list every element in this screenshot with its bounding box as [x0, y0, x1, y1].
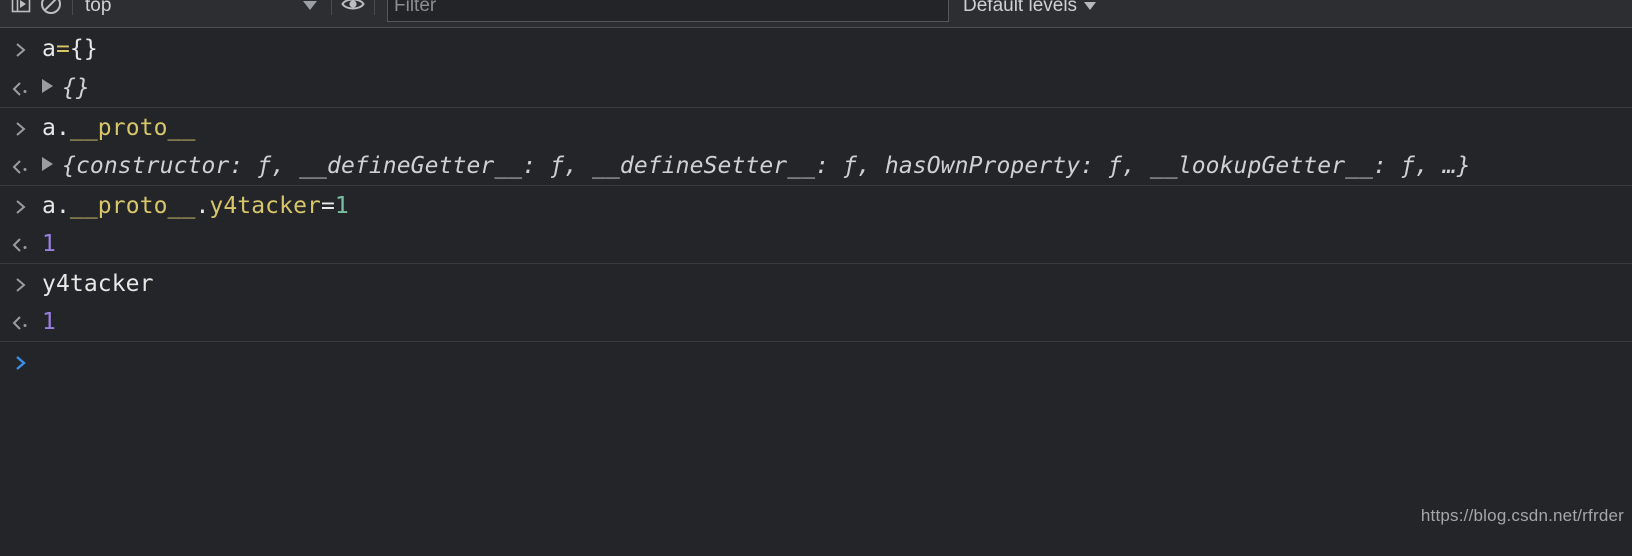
input-prompt-icon [0, 112, 42, 143]
result-value: {constructor: ƒ, __defineGetter__: ƒ, __… [62, 153, 1471, 179]
output-prompt-icon [0, 228, 42, 259]
code-token: a. [42, 115, 70, 141]
result-value: {} [62, 75, 90, 101]
watermark-url: https://blog.csdn.net/rfrder [1420, 506, 1624, 525]
clear-console-button[interactable] [36, 0, 66, 20]
output-prompt-icon [0, 150, 42, 181]
console-output-row[interactable]: {} [0, 68, 1632, 107]
console-result-text: 1 [42, 228, 1632, 259]
result-value: 1 [42, 309, 56, 335]
input-prompt-icon [0, 190, 42, 221]
toolbar-divider-3 [374, 0, 375, 15]
console-prompt-input[interactable] [42, 346, 1632, 347]
code-token: . [195, 193, 210, 219]
console-result-text: {constructor: ƒ, __defineGetter__: ƒ, __… [42, 150, 1632, 181]
console-toolbar: top Filter Default levels [0, 0, 1632, 28]
code-token: a [42, 36, 56, 62]
input-prompt-icon [0, 268, 42, 299]
log-level-selector[interactable]: Default levels [963, 0, 1097, 17]
console-result-text: 1 [42, 306, 1632, 337]
console-output-row[interactable]: {constructor: ƒ, __defineGetter__: ƒ, __… [0, 146, 1632, 185]
console-output-row[interactable]: 1 [0, 302, 1632, 341]
filter-input[interactable]: Filter [387, 0, 949, 22]
code-token: __proto__ [69, 115, 196, 141]
console-command-text: y4tacker [42, 268, 1632, 299]
expand-triangle-icon[interactable] [42, 157, 53, 171]
output-prompt-icon [0, 306, 42, 337]
code-token: = [55, 36, 70, 62]
execution-context-frame-button[interactable] [6, 0, 36, 20]
output-prompt-icon [0, 72, 42, 103]
log-level-label: Default levels [963, 0, 1078, 16]
console-command-text: a.__proto__.y4tacker=1 [42, 190, 1632, 221]
console-input-row[interactable]: a.__proto__ [0, 107, 1632, 146]
code-token: y4tacker [42, 271, 154, 297]
chevron-down-icon [303, 1, 317, 10]
code-token: __proto__ [69, 193, 196, 219]
code-token: {} [69, 36, 98, 62]
console-input-row[interactable]: y4tacker [0, 263, 1632, 302]
active-prompt-icon [0, 346, 42, 377]
input-prompt-icon [0, 33, 42, 64]
console-output-row[interactable]: 1 [0, 224, 1632, 263]
code-token: 1 [334, 193, 349, 219]
result-value: 1 [42, 231, 56, 257]
code-token: y4tacker [209, 193, 321, 219]
filter-placeholder: Filter [394, 0, 437, 16]
console-prompt-row[interactable] [0, 341, 1632, 380]
console-log-list[interactable]: a={}{} a.__proto__ {constructor: ƒ, __defi… [0, 29, 1632, 556]
toolbar-divider-1 [72, 0, 73, 15]
console-command-text: a={} [42, 33, 1632, 64]
eye-icon [340, 0, 366, 20]
frame-play-icon [10, 0, 32, 19]
console-input-row[interactable]: a={} [0, 29, 1632, 68]
console-command-text: a.__proto__ [42, 112, 1632, 143]
toolbar-divider-2 [331, 0, 332, 15]
code-token: a. [42, 193, 70, 219]
code-token: = [320, 193, 335, 219]
expand-triangle-icon[interactable] [42, 79, 53, 93]
execution-context-label: top [85, 0, 112, 16]
execution-context-selector[interactable]: top [79, 0, 325, 19]
console-input-row[interactable]: a.__proto__.y4tacker=1 [0, 185, 1632, 224]
live-expression-button[interactable] [338, 0, 368, 20]
chevron-down-icon [1084, 1, 1097, 10]
console-result-text: {} [42, 72, 1632, 103]
clear-console-icon [39, 0, 63, 20]
